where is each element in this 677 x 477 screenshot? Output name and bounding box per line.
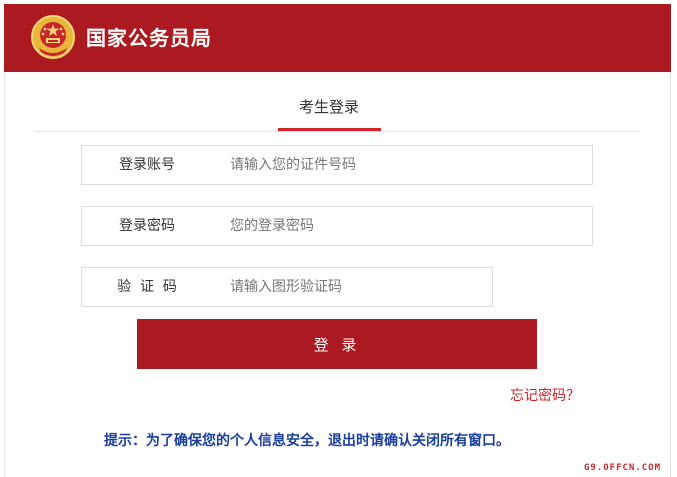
site-header: 国家公务员局: [4, 4, 671, 72]
account-field-row: 登录账号: [81, 145, 593, 185]
national-emblem-icon: [31, 15, 75, 59]
password-label: 登录密码: [119, 218, 175, 234]
captcha-label: 验 证 码: [117, 279, 177, 295]
tab-divider: [34, 131, 640, 132]
login-button[interactable]: 登 录: [137, 319, 537, 369]
captcha-field-row: 验 证 码: [81, 267, 493, 307]
tab-candidate-login[interactable]: 考生登录: [278, 96, 380, 120]
forgot-password-link[interactable]: 忘记密码？: [510, 386, 580, 406]
captcha-input[interactable]: [230, 272, 480, 302]
card-border: [670, 72, 671, 477]
password-field-row: 登录密码: [81, 206, 593, 246]
watermark: G9.OFFCN.COM: [584, 463, 662, 473]
account-input[interactable]: [230, 150, 580, 180]
card-border: [4, 72, 5, 477]
security-tip: 提示：为了确保您的个人信息安全，退出时请确认关闭所有窗口。: [104, 433, 510, 449]
password-input[interactable]: [230, 211, 580, 241]
site-title: 国家公务员局: [86, 26, 212, 50]
account-label: 登录账号: [119, 157, 175, 173]
